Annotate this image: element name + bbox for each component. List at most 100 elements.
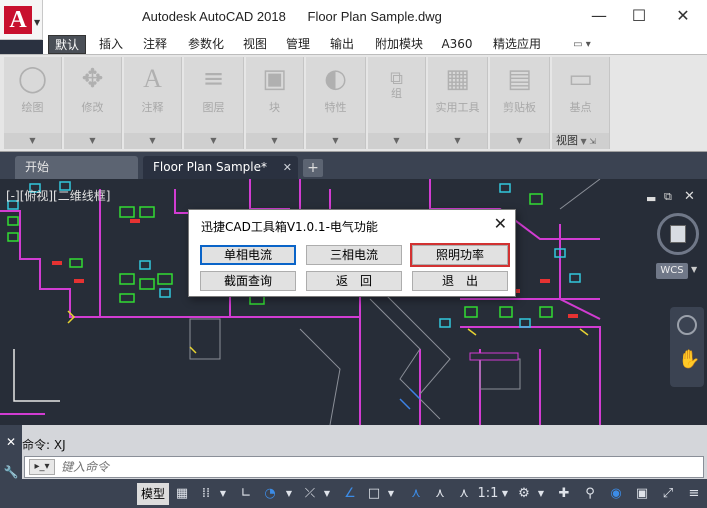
annotation-scale-value[interactable]: 1:1 (476, 483, 500, 505)
viewport-close-icon[interactable]: ✕ (684, 189, 695, 204)
panel-draw[interactable]: ◯ 绘图 ▼ (4, 57, 62, 149)
command-input[interactable] (61, 458, 661, 476)
chevron-down-icon[interactable]: ▼ (490, 133, 549, 149)
tab-addins[interactable]: 附加模块 (369, 35, 429, 54)
panel-annotation[interactable]: A 注释 ▼ (124, 57, 182, 149)
snap-icon[interactable]: ⁞⁞ (196, 483, 216, 505)
annotation-scale-icon[interactable]: ⋏ (454, 483, 474, 505)
window-title: Autodesk AutoCAD 2018 Floor Plan Sample.… (142, 9, 442, 24)
panel-view[interactable]: ▭ 基点 视图 ▼ ⇲ (552, 57, 610, 149)
viewcube-compass[interactable] (657, 213, 699, 255)
maximize-button[interactable]: ☐ (624, 4, 654, 28)
view-panel-label: 视图 (556, 134, 578, 147)
close-icon[interactable]: ✕ (0, 435, 22, 449)
tab-output[interactable]: 输出 (325, 35, 359, 54)
panel-block[interactable]: ▣ 块 ▼ (246, 57, 304, 149)
return-button[interactable]: 返 回 (306, 271, 402, 291)
three-phase-current-button[interactable]: 三相电流 (306, 245, 402, 265)
chevron-down-icon[interactable]: ▼ (368, 133, 425, 149)
panel-modify[interactable]: ✥ 修改 ▼ (64, 57, 122, 149)
command-prompt-icon[interactable]: ▸_▾ (29, 459, 55, 475)
ortho-icon[interactable]: ∟ (236, 483, 256, 505)
close-button[interactable]: ✕ (668, 4, 698, 28)
new-tab-button[interactable]: + (303, 159, 323, 177)
model-space-button[interactable]: 模型 (137, 483, 169, 505)
tab-default[interactable]: 默认 (48, 35, 86, 54)
chevron-down-icon[interactable]: ▼ (322, 483, 332, 505)
viewport-restore-icon[interactable]: ⧉ (664, 190, 672, 204)
command-line-side-handle[interactable]: ✕ 🔧 (0, 425, 22, 479)
text-a-icon: A (143, 64, 162, 93)
panel-layers[interactable]: ≡ 图层 ▼ (184, 57, 244, 149)
panel-label: 图层 (202, 101, 225, 114)
object-snap-icon[interactable]: □ (364, 483, 384, 505)
viewport-controls-label[interactable]: [-][俯视][二维线框] (6, 187, 110, 204)
modify-move-icon: ✥ (81, 64, 104, 94)
pan-hand-icon[interactable]: ✋ (678, 349, 700, 370)
chevron-down-icon[interactable]: ▼ (246, 133, 303, 149)
ribbon-minimize-toggle[interactable]: ▭ ▾ (567, 35, 597, 54)
panel-label: 基点 (569, 101, 592, 114)
panel-utilities[interactable]: ▦ 实用工具 ▼ (428, 57, 488, 149)
auto-scale-icon[interactable]: ⋏ (430, 483, 450, 505)
customization-menu-icon[interactable]: ≡ (684, 483, 704, 505)
dialog-close-button[interactable]: ✕ (494, 214, 507, 233)
isolate-objects-icon[interactable]: ⚲ (580, 483, 600, 505)
chevron-down-icon[interactable]: ▼ (4, 133, 61, 149)
panel-footer-view[interactable]: 视图 ▼ ⇲ (552, 133, 609, 149)
tab-annotate[interactable]: 注释 (138, 35, 172, 54)
chevron-down-icon[interactable]: ▼ (284, 483, 294, 505)
minimize-button[interactable]: — (584, 4, 614, 28)
plus-icon[interactable]: ✚ (554, 483, 574, 505)
fullscreen-icon[interactable]: ⤢ (658, 483, 678, 505)
single-phase-current-button[interactable]: 单相电流 (200, 245, 296, 265)
section-query-button[interactable]: 截面查询 (200, 271, 296, 291)
tab-insert[interactable]: 插入 (94, 35, 128, 54)
viewport-minimize-icon[interactable]: ▬ (646, 192, 656, 205)
hardware-acceleration-icon[interactable]: ◉ (606, 483, 626, 505)
isometric-icon[interactable]: ⤫ (300, 483, 320, 505)
tab-start[interactable]: 开始 (15, 156, 138, 179)
lighting-power-button[interactable]: 照明功率 (410, 243, 510, 267)
polar-tracking-icon[interactable]: ◔ (260, 483, 280, 505)
wcs-menu[interactable]: WCS (656, 263, 688, 279)
annotation-visibility-icon[interactable]: ⋏ (406, 483, 426, 505)
gear-icon[interactable]: ⚙ (514, 483, 534, 505)
status-bar: 模型 ▦ ⁞⁞ ▼ ∟ ◔ ▼ ⤫ ▼ ∠ □ ▼ ⋏ ⋏ ⋏ 1:1 ▼ ⚙ … (0, 479, 707, 508)
panel-groups[interactable]: ⧉ 组 ▼ (368, 57, 426, 149)
panel-label: 组 (391, 87, 402, 100)
tab-view[interactable]: 视图 (238, 35, 272, 54)
tab-featured-apps[interactable]: 精选应用 (487, 35, 547, 54)
document-tab-bar: 开始 Floor Plan Sample* ✕ + (0, 152, 707, 179)
chevron-down-icon[interactable]: ▼ (64, 133, 121, 149)
chevron-down-icon[interactable]: ▼ (184, 133, 243, 149)
panel-properties[interactable]: ◐ 特性 ▼ (306, 57, 366, 149)
chevron-down-icon: ▼ (34, 18, 41, 27)
exit-button[interactable]: 退 出 (412, 271, 508, 291)
chevron-down-icon[interactable]: ▼ (536, 483, 546, 505)
chevron-down-icon[interactable]: ▼ (428, 133, 487, 149)
command-input-box[interactable]: ▸_▾ (24, 456, 704, 478)
chevron-down-icon[interactable]: ▼ (124, 133, 181, 149)
tab-manage[interactable]: 管理 (281, 35, 315, 54)
viewcube-face[interactable] (670, 225, 686, 243)
panel-label: 剪贴板 (503, 101, 536, 114)
wrench-icon[interactable]: 🔧 (0, 465, 22, 479)
chevron-down-icon[interactable]: ▼ (306, 133, 365, 149)
chevron-down-icon[interactable]: ▼ (691, 265, 697, 274)
chevron-down-icon[interactable]: ▼ (218, 483, 228, 505)
grid-icon[interactable]: ▦ (172, 483, 192, 505)
object-snap-tracking-icon[interactable]: ∠ (340, 483, 360, 505)
chevron-down-icon[interactable]: ▼ (386, 483, 396, 505)
close-icon[interactable]: ✕ (283, 156, 292, 179)
steering-wheel-icon[interactable] (677, 315, 697, 335)
app-name: Autodesk AutoCAD 2018 (142, 9, 286, 24)
clean-screen-icon[interactable]: ▣ (632, 483, 652, 505)
clipboard-icon: ▤ (507, 64, 532, 94)
tab-parametric[interactable]: 参数化 (183, 35, 229, 54)
tab-a360[interactable]: A360 (437, 35, 477, 54)
chevron-down-icon[interactable]: ▼ (500, 483, 510, 505)
tab-floor-plan-sample[interactable]: Floor Plan Sample* ✕ (143, 156, 298, 179)
panel-clipboard[interactable]: ▤ 剪贴板 ▼ (490, 57, 550, 149)
application-menu-button[interactable]: A ▼ (0, 0, 43, 40)
